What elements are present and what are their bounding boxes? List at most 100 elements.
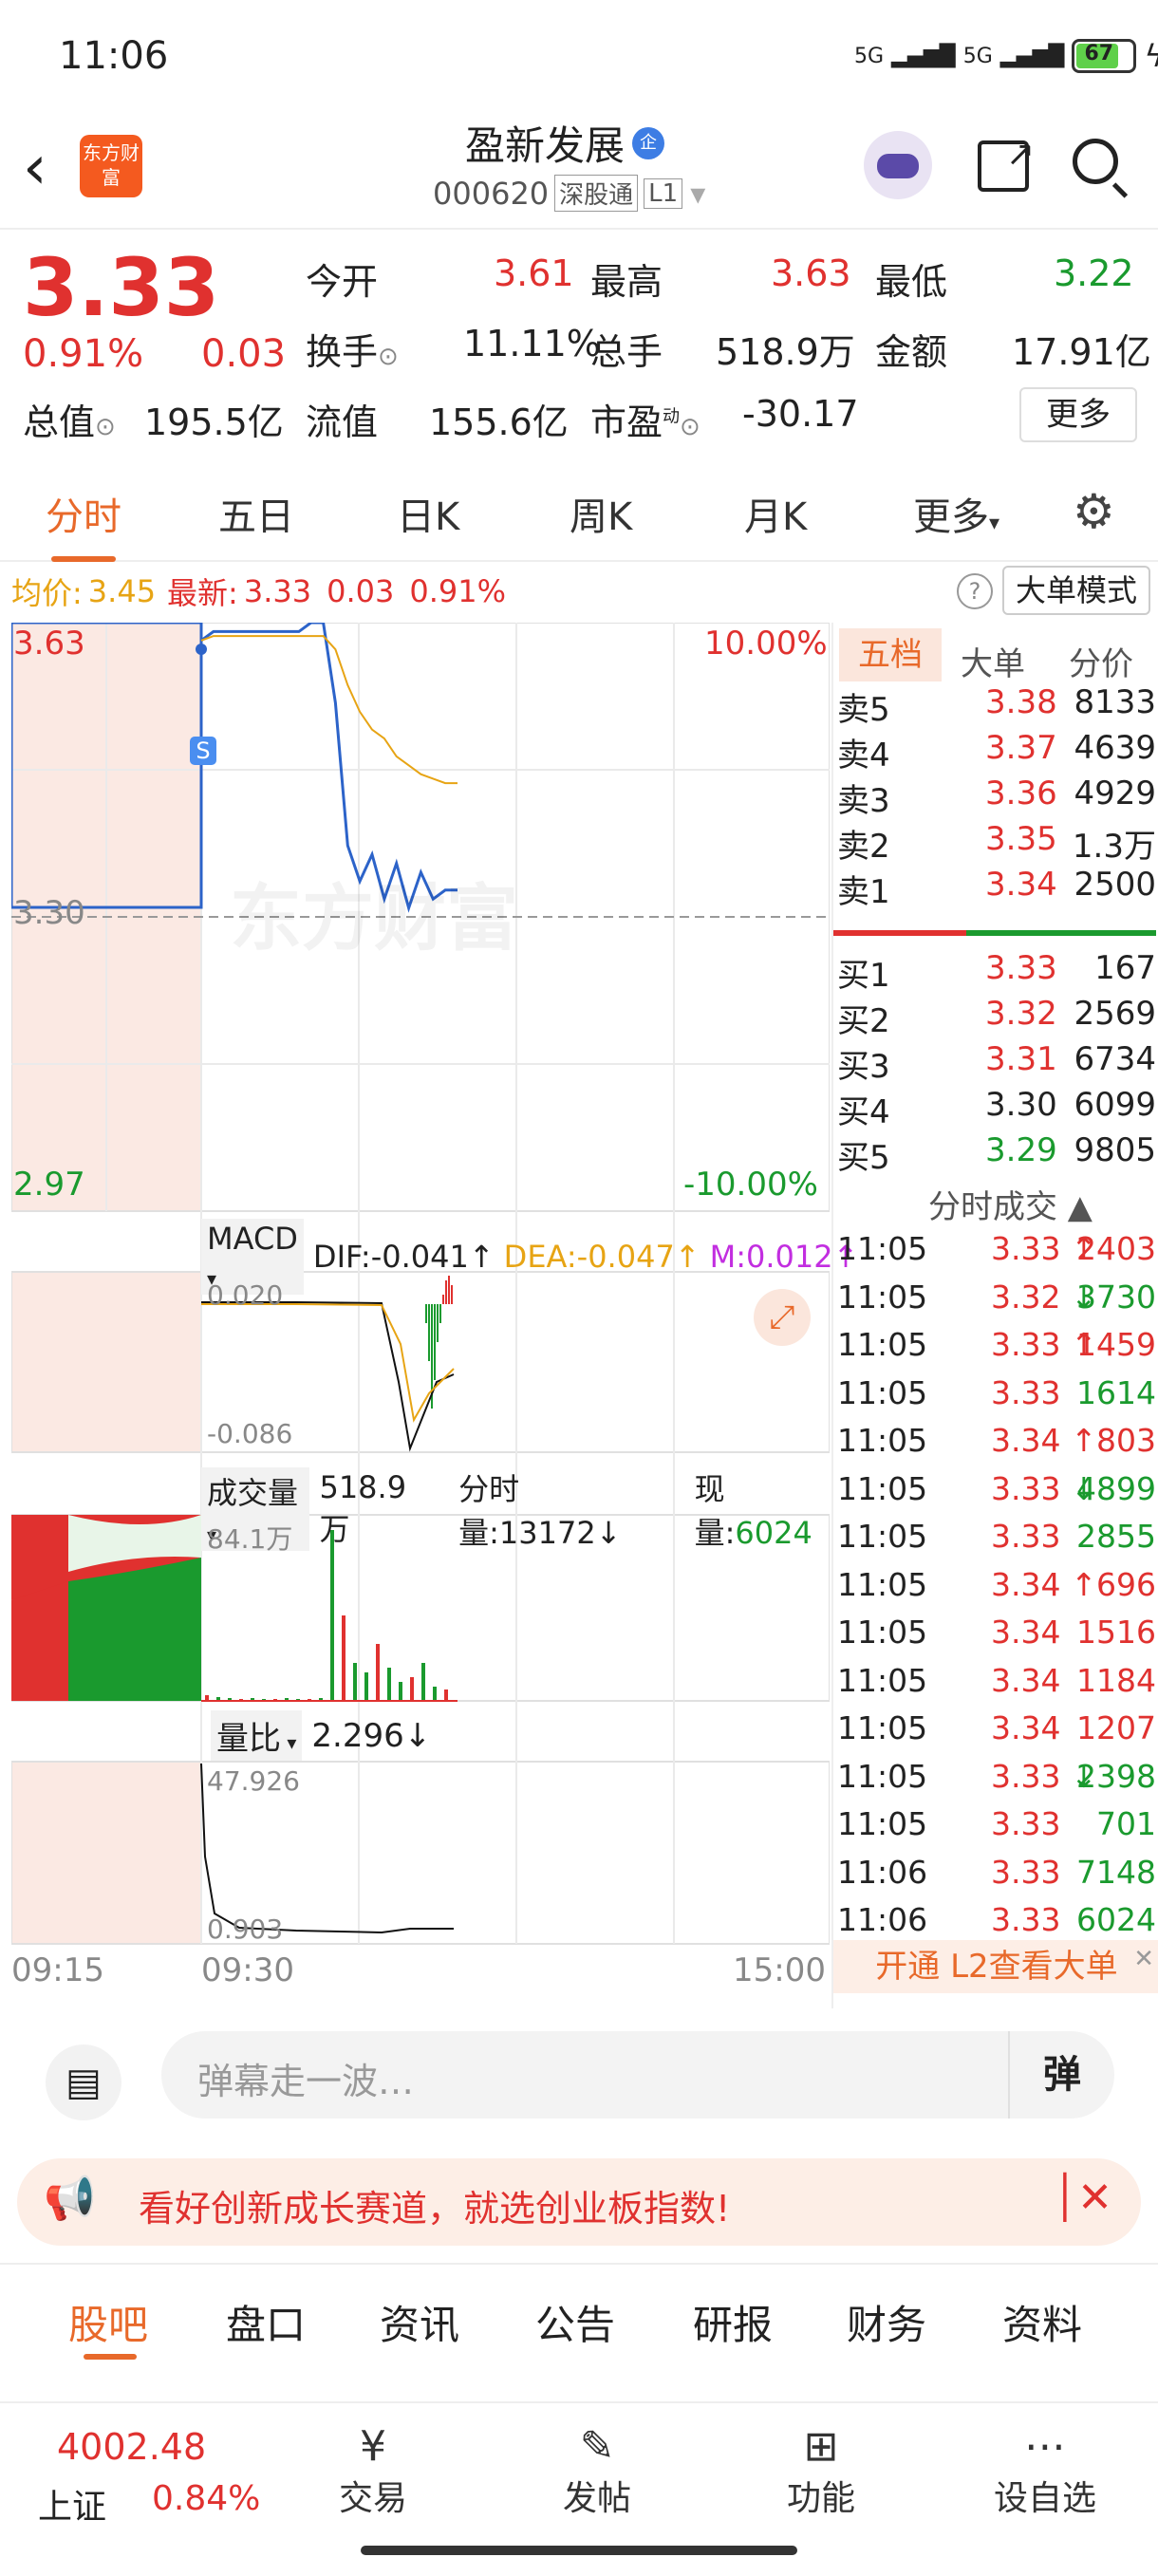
buy-level-row[interactable]: 买5 3.29 9805	[833, 1131, 1156, 1177]
volume-label: 总手	[590, 331, 663, 373]
more-dots-icon: ⋯	[1024, 2422, 1066, 2471]
tab-announcements[interactable]: 公告	[535, 2293, 615, 2351]
pe-label[interactable]: 市盈动⊙	[590, 393, 700, 445]
ad-banner[interactable]: 📢 看好创新成长赛道，就选创业板指数! │✕	[17, 2158, 1141, 2246]
trade-row: 11:05 3.33 ↑ 2403	[833, 1230, 1156, 1276]
tab-pankou[interactable]: 盘口	[226, 2293, 306, 2351]
quote-panel: 3.33 0.91% 0.03 今开 3.61 最高 3.63 最低 3.22 …	[0, 228, 1158, 456]
nav-add-watchlist[interactable]: ⋯ 设自选	[974, 2422, 1116, 2520]
tab-price-dist[interactable]: 分价	[1069, 638, 1133, 684]
tab-news[interactable]: 资讯	[380, 2293, 459, 2351]
trade-time: 11:05	[837, 1709, 928, 1746]
trade-volume: 2855	[1076, 1518, 1156, 1555]
nav-post[interactable]: ✎ 发帖	[526, 2422, 668, 2520]
trade-price: 3.33	[991, 1853, 1061, 1891]
app-logo[interactable]: 东方财富	[80, 135, 142, 197]
assistant-avatar-icon[interactable]	[864, 131, 932, 199]
chevron-down-icon[interactable]: ▾	[690, 176, 705, 212]
low-label: 最低	[875, 261, 948, 303]
level-label: 卖1	[837, 873, 890, 911]
expand-icon[interactable]: ⤢	[754, 1289, 811, 1346]
change-value: 0.03	[201, 332, 287, 376]
big-order-mode-button[interactable]: 大单模式	[1002, 566, 1150, 615]
search-icon[interactable]	[1073, 139, 1129, 198]
tab-weekly-k[interactable]: 周K	[570, 486, 632, 541]
signal-5g-icon-2: 5G	[962, 44, 993, 68]
level-label: 买5	[837, 1139, 890, 1177]
sell-level-row[interactable]: 卖5 3.38 8133	[833, 683, 1156, 729]
turnover-label[interactable]: 换手⊙	[306, 323, 399, 375]
buy-level-row[interactable]: 买3 3.31 6734	[833, 1040, 1156, 1086]
tab-five-levels[interactable]: 五档	[839, 628, 942, 681]
trade-time: 11:05	[837, 1757, 928, 1795]
level-volume: 9805	[1074, 1131, 1156, 1169]
trade-price: 3.33	[991, 1901, 1061, 1938]
sell-signal-marker[interactable]: S	[190, 737, 216, 765]
level-label: 买1	[837, 957, 890, 995]
trade-volume: 1207	[1076, 1709, 1156, 1746]
danmaku-input[interactable]: 弹幕走一波… 弹	[161, 2031, 1114, 2119]
tab-monthly-k[interactable]: 月K	[744, 486, 807, 541]
ratio-selector[interactable]: 量比 ▾	[211, 1710, 303, 1761]
intraday-chart[interactable]: 东方财富 3.63 3.30 2.97 10.00% -10.00% S MAC…	[11, 623, 858, 1950]
edit-icon: ✎	[579, 2422, 615, 2471]
volume-now: 6024	[735, 1515, 812, 1551]
buy-level-row[interactable]: 买4 3.30 6099	[833, 1086, 1156, 1131]
ratio-header: 量比 ▾ 2.296↓	[211, 1710, 431, 1761]
trade-time: 11:05	[837, 1614, 928, 1651]
level-volume: 8133	[1074, 683, 1156, 721]
share-icon[interactable]: ↗	[978, 135, 1035, 192]
back-icon[interactable]: ‹	[23, 133, 47, 203]
volume-bar	[353, 1663, 357, 1701]
price-info-bar: 均价: 3.45 最新: 3.33 0.03 0.91%	[11, 573, 506, 611]
close-icon[interactable]: ✕	[1133, 1932, 1154, 1986]
trade-price: 3.34	[991, 1709, 1061, 1746]
trade-row: 11:05 3.33 701	[833, 1805, 1156, 1851]
trade-price: 3.33	[991, 1326, 1061, 1363]
level-tag: L1	[644, 177, 683, 209]
l2-banner[interactable]: 开通 L2查看大单 ✕	[833, 1940, 1158, 1993]
tab-guba[interactable]: 股吧	[68, 2293, 148, 2351]
danmaku-list-icon[interactable]: ▤	[46, 2044, 121, 2120]
tab-big-orders[interactable]: 大单	[961, 638, 1025, 684]
grid-icon: ⊞	[803, 2422, 839, 2471]
tab-finance[interactable]: 财务	[847, 2293, 926, 2351]
signal-icons: 5G ▂▄▆█ 5G ▂▄▆█ 67 ϟ	[854, 38, 1158, 74]
buy-level-row[interactable]: 买1 3.33 167	[833, 949, 1156, 995]
more-button[interactable]: 更多	[1019, 387, 1137, 442]
nav-trade[interactable]: ¥ 交易	[302, 2422, 444, 2520]
buy-level-row[interactable]: 买2 3.32 2569	[833, 995, 1156, 1040]
tab-5day[interactable]: 五日	[218, 486, 294, 541]
index-value[interactable]: 4002.48	[57, 2426, 206, 2468]
close-icon[interactable]: │✕	[1053, 2174, 1112, 2222]
tab-intraday[interactable]: 分时	[46, 486, 121, 562]
sell-level-row[interactable]: 卖1 3.34 2500	[833, 866, 1156, 911]
nav-functions[interactable]: ⊞ 功能	[750, 2422, 892, 2520]
market-tag: 深股通	[554, 175, 639, 212]
tab-research[interactable]: 研报	[693, 2293, 773, 2351]
sell-level-row[interactable]: 卖4 3.37 4639	[833, 729, 1156, 775]
level-price: 3.29	[985, 1131, 1057, 1169]
mktcap-label[interactable]: 总值⊙	[23, 393, 116, 445]
trade-price: 3.34	[991, 1661, 1061, 1699]
trade-time: 11:05	[837, 1230, 928, 1267]
sell-level-row[interactable]: 卖2 3.35 1.3万	[833, 820, 1156, 866]
level-label: 卖4	[837, 737, 890, 775]
sell-level-row[interactable]: 卖3 3.36 4929	[833, 775, 1156, 820]
volume-bar	[421, 1663, 425, 1701]
sell-buy-divider	[833, 930, 966, 936]
trade-price: 3.34	[991, 1422, 1061, 1459]
tab-daily-k[interactable]: 日K	[397, 486, 459, 541]
tab-profile[interactable]: 资料	[1002, 2293, 1082, 2351]
danmaku-send-button[interactable]: 弹	[1008, 2031, 1114, 2119]
level-volume: 2500	[1074, 866, 1156, 904]
trade-volume: 2398	[1076, 1757, 1156, 1795]
period-tabs: 分时 五日 日K 周K 月K 更多▾ ⚙	[0, 456, 1158, 562]
help-icon[interactable]: ?	[957, 573, 993, 609]
trades-title[interactable]: 分时成交 ▲	[928, 1181, 1093, 1227]
macd-bottom-label: -0.086	[207, 1418, 293, 1449]
tab-more[interactable]: 更多▾	[913, 486, 999, 541]
gear-icon[interactable]: ⚙	[1073, 484, 1115, 539]
volume-period: 分时量:13172↓	[458, 1471, 622, 1551]
stock-code: 000620	[433, 175, 550, 212]
